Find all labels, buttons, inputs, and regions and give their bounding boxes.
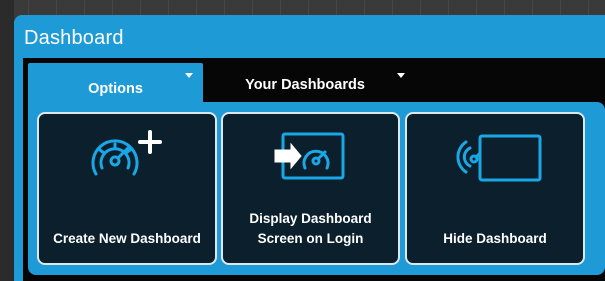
gauge-hide-screen-icon — [407, 128, 583, 188]
tab-your-dashboards-label: Your Dashboards — [245, 76, 365, 93]
gauge-plus-icon — [39, 128, 215, 184]
dashboard-content: Options Your Dashboards Create New Dashb… — [23, 58, 605, 281]
tab-your-dashboards[interactable]: Your Dashboards — [203, 63, 407, 102]
tab-options[interactable]: Options — [28, 63, 203, 102]
chevron-down-icon — [397, 73, 405, 78]
tab-options-label: Options — [88, 80, 143, 97]
dashboard-window: Dashboard Options Your Dashboards Create… — [14, 15, 605, 281]
window-title: Dashboard — [24, 27, 124, 49]
options-panel: Create New Dashboard Display Dashboard S… — [28, 102, 605, 275]
display-dashboard-on-login-label: Display Dashboard Screen on Login — [249, 211, 372, 246]
hide-dashboard-button[interactable]: Hide Dashboard — [405, 112, 585, 265]
window-edge — [0, 0, 14, 281]
hide-dashboard-label: Hide Dashboard — [443, 231, 547, 246]
chevron-down-icon — [185, 73, 193, 78]
screen-gauge-arrow-icon — [223, 128, 398, 188]
display-dashboard-on-login-button[interactable]: Display Dashboard Screen on Login — [221, 112, 400, 265]
create-new-dashboard-button[interactable]: Create New Dashboard — [37, 112, 217, 265]
create-new-dashboard-label: Create New Dashboard — [53, 231, 201, 246]
